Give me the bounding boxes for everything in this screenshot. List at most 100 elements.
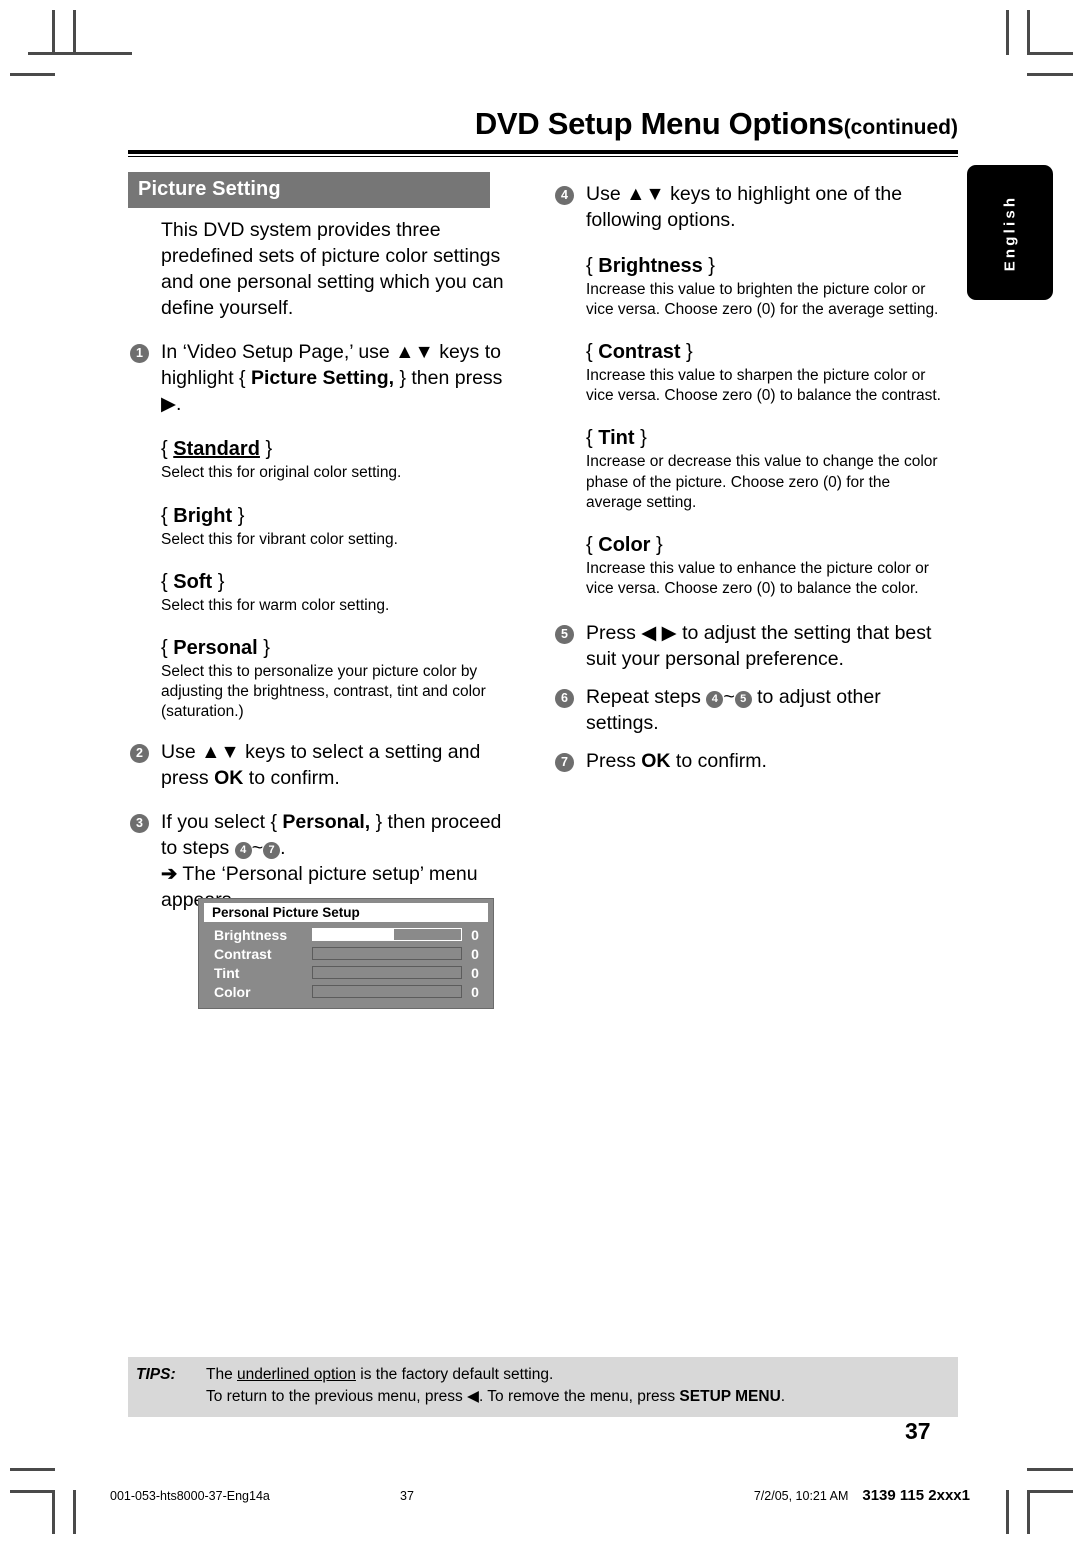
tips-spacer [128,1386,206,1408]
option-contrast-description: Increase this value to sharpen the pictu… [586,367,941,405]
step-3-ref-to: 7 [263,842,281,860]
footer-filename: 001-053-hts8000-37-Eng14a [110,1489,270,1503]
crop-mark-top-left-bleed-v [73,10,76,55]
section-intro-paragraph: This DVD system provides three predefine… [161,219,504,319]
option-standard-name: Standard [173,438,260,461]
tips-box: TIPS: The underlined option is the facto… [128,1357,958,1417]
option-brightness-open: { [586,254,599,277]
step-6: 6 Repeat steps 4 ~5 to adjust other setti… [553,685,948,737]
osd-row-color[interactable]: Color 0 [204,983,488,1000]
option-tint-open: { [586,427,599,450]
step-7-text-a: Press [586,749,642,772]
option-contrast-close: } [680,341,693,364]
option-personal-open: { [161,636,174,659]
crop-mark-top-right-bleed-h [1027,73,1073,76]
tips-line-1: TIPS: The underlined option is the facto… [128,1364,958,1386]
crop-mark-top-left-bleed-h [10,73,55,76]
language-tab-english: English [967,165,1053,300]
tips-line-2-c: . [780,1388,786,1406]
step-3-text-a: If you select { [161,811,283,834]
option-bright: { Bright } [161,504,523,528]
tips-line-1-text: The underlined option is the factory def… [206,1364,553,1386]
option-bright-name: Bright [173,504,233,527]
step-3-keyword: Personal, [282,811,371,834]
option-color: { Color } [586,533,948,557]
page-number: 37 [905,1418,931,1444]
step-3-tilde: ~ [251,837,264,860]
osd-slider-brightness[interactable] [312,928,462,941]
crop-mark-bottom-right-bleed-h [1027,1468,1073,1471]
osd-slider-brightness-fill [313,929,395,940]
option-contrast: { Contrast } [586,340,948,364]
option-soft-open: { [161,570,174,593]
crop-mark-bottom-left-v [52,1490,55,1534]
crop-mark-bottom-right-h [1027,1490,1073,1493]
tips-line-1-b: is the factory default setting. [355,1366,554,1383]
osd-row-tint[interactable]: Tint 0 [204,964,488,981]
crop-mark-top-left-v [52,10,55,55]
step-3-number: 3 [130,814,149,834]
step-4-text: Use ▲▼ keys to highlight one of the foll… [586,183,903,231]
step-7-keyword: OK [641,749,671,772]
step-7-text-b: to confirm. [670,749,767,772]
tips-line-1-a: The [206,1366,238,1383]
step-7: 7 Press OK to confirm. [553,749,948,775]
option-personal-close: } [257,636,270,659]
tips-line-2-a: To return to the previous menu, press ◀.… [206,1388,680,1406]
step-1-keyword: Picture Setting, [251,366,395,389]
option-color-description: Increase this value to enhance the pictu… [586,559,929,597]
option-color-name: Color [598,533,651,556]
crop-mark-top-right-h [1027,52,1073,55]
tips-label: TIPS: [136,1366,176,1383]
step-1-number: 1 [130,343,149,363]
personal-picture-setup-menu: Personal Picture Setup Brightness 0 Cont… [198,898,494,1009]
option-contrast-name: Contrast [598,341,681,364]
osd-slider-color[interactable] [312,985,462,998]
crop-mark-bottom-left-bleed-v [73,1490,76,1534]
step-2-text-b: to confirm. [243,767,340,790]
osd-label-tint: Tint [214,964,240,981]
osd-row-contrast[interactable]: Contrast 0 [204,945,488,962]
osd-value-tint: 0 [471,964,479,981]
step-2-keyword: OK [214,767,244,790]
step-2-number: 2 [130,744,149,764]
osd-row-brightness[interactable]: Brightness 0 [204,926,488,943]
step-6-text-a: Repeat steps [586,685,707,708]
osd-slider-tint[interactable] [312,966,462,979]
step-7-number: 7 [555,752,574,772]
osd-value-color: 0 [471,983,479,1000]
osd-value-contrast: 0 [471,945,479,962]
step-3-period: . [280,837,286,860]
option-brightness-close: } [702,254,715,277]
osd-label-brightness: Brightness [214,926,288,943]
option-brightness-name: Brightness [598,254,703,277]
osd-label-contrast: Contrast [214,945,272,962]
step-6-ref-from: 4 [706,690,724,708]
step-6-number: 6 [555,688,574,708]
step-4-number: 4 [555,186,574,205]
crop-mark-bottom-right-v [1006,1490,1009,1534]
crop-mark-bottom-left-bleed-h [10,1468,55,1471]
crop-mark-bottom-right-bleed-v [1027,1490,1030,1534]
option-brightness: { Brightness } [586,254,948,278]
option-bright-description: Select this for vibrant color setting. [161,530,398,548]
option-soft-name: Soft [173,570,213,593]
osd-slider-contrast[interactable] [312,947,462,960]
option-standard-open: { [161,438,174,461]
option-standard-close: } [259,438,273,461]
footer-document-code: 3139 115 2xxx1 [862,1487,970,1504]
language-tab-label: English [1001,194,1019,271]
footer-page-number: 37 [400,1489,414,1503]
option-bright-open: { [161,504,174,527]
right-column: 4 Use ▲▼ keys to highlight one of the fo… [553,172,948,775]
step-3-ref-from: 4 [234,842,252,860]
option-tint: { Tint } [586,426,948,450]
step-5-number: 5 [555,625,574,645]
option-color-open: { [586,533,599,556]
option-standard: { Standard } [161,437,523,461]
osd-label-color: Color [214,983,251,1000]
option-personal: { Personal } [161,636,523,660]
option-tint-description: Increase or decrease this value to chang… [586,453,938,511]
option-standard-description: Select this for original color setting. [161,464,402,482]
tips-setup-menu-key: SETUP MENU [679,1388,781,1406]
